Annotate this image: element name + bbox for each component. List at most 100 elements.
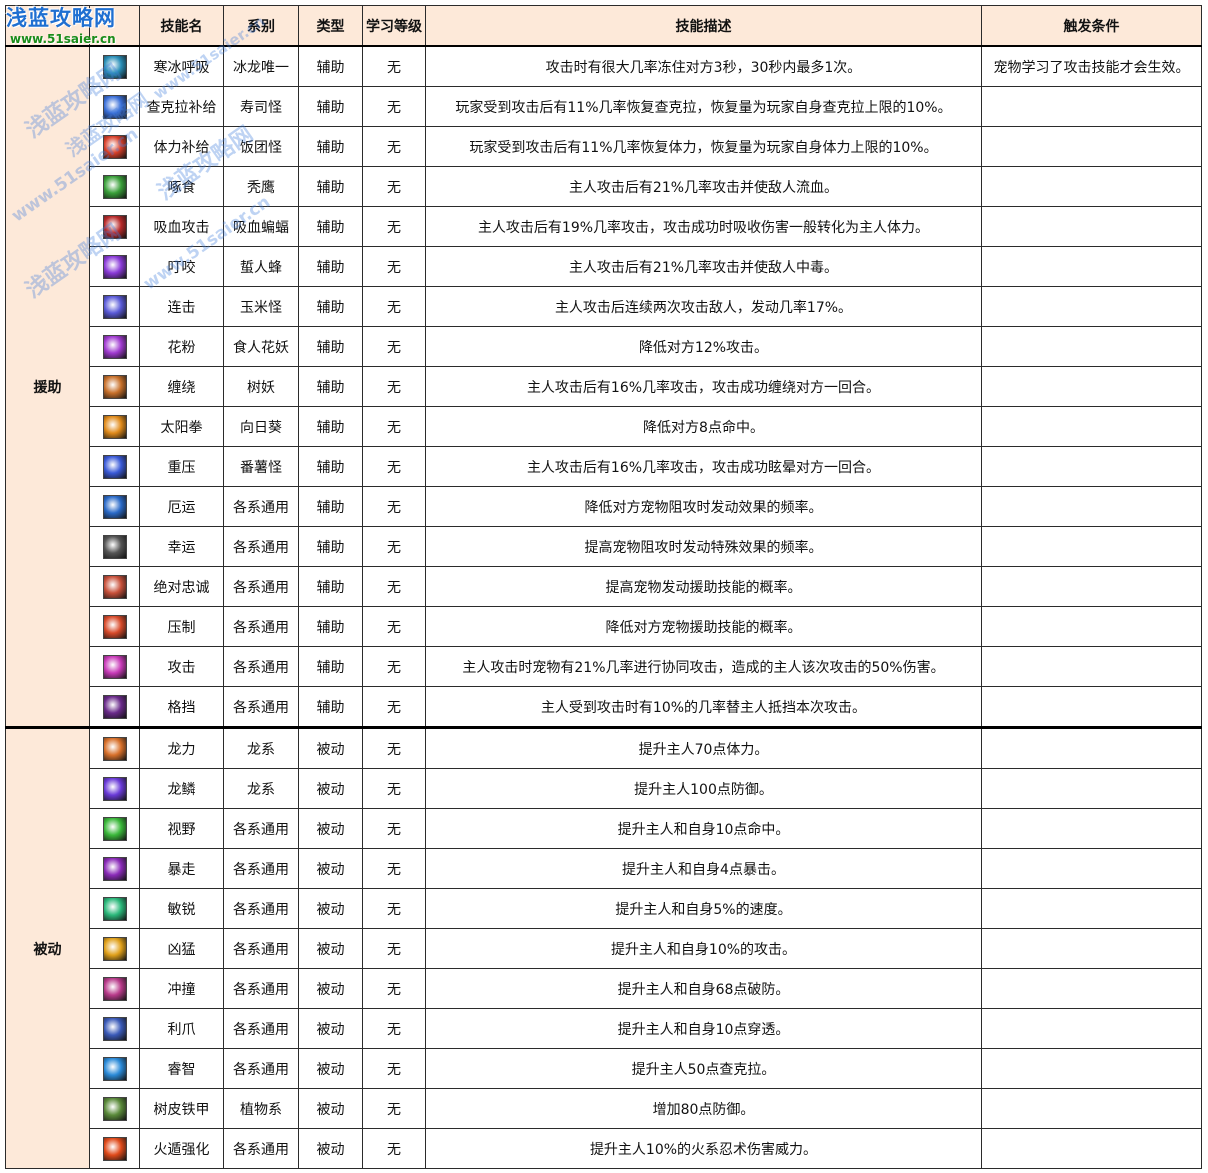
- table-row: 被动 龙力 龙系 被动无提升主人70点体力。: [5, 726, 1202, 1169]
- description-cell: 提升主人和自身68点破防。: [425, 968, 982, 1009]
- series-cell: 各系通用: [223, 606, 299, 647]
- description-cell: 提升主人和自身10点穿透。: [425, 1008, 982, 1049]
- skill-name-cell: 龙鳞: [139, 768, 224, 809]
- type-cell: 辅助: [298, 566, 363, 607]
- trigger-cell: [981, 126, 1202, 167]
- description-cell: 主人攻击后有19%几率攻击，攻击成功时吸收伤害一般转化为主人体力。: [425, 206, 982, 247]
- lucky-clover-icon: [102, 534, 127, 559]
- description-cell: 降低对方宠物援助技能的概率。: [425, 606, 982, 647]
- type-cell: 辅助: [298, 126, 363, 167]
- level-cell: 无: [362, 808, 426, 849]
- level-cell: 无: [362, 606, 426, 647]
- entangle-icon: [102, 374, 127, 399]
- series-cell: 各系通用: [223, 808, 299, 849]
- series-cell: 寿司怪: [223, 86, 299, 127]
- type-cell: 辅助: [298, 286, 363, 327]
- series-cell: 饭团怪: [223, 126, 299, 167]
- trigger-cell: [981, 206, 1202, 247]
- skill-name-cell: 厄运: [139, 486, 224, 527]
- trigger-cell: [981, 86, 1202, 127]
- table-row: 暴走 各系通用 被动无提升主人和自身4点暴击。: [6, 848, 1202, 889]
- chakra-supply-icon: [102, 94, 127, 119]
- ferocity-icon: [102, 936, 127, 961]
- series-cell: 各系通用: [223, 968, 299, 1009]
- level-cell: 无: [362, 486, 426, 527]
- series-cell: 植物系: [223, 1088, 299, 1129]
- icon-cell: [89, 1008, 140, 1049]
- skill-name-cell: 攻击: [139, 646, 224, 687]
- skill-name-cell: 太阳拳: [139, 406, 224, 447]
- skill-name-cell: 龙力: [139, 726, 224, 769]
- skill-name-cell: 格挡: [139, 686, 224, 728]
- trigger-cell: [981, 1088, 1202, 1129]
- trigger-cell: [981, 686, 1202, 728]
- level-cell: 无: [362, 406, 426, 447]
- type-cell: 被动: [298, 1008, 363, 1049]
- type-cell: 被动: [298, 1088, 363, 1129]
- sting-icon: [102, 254, 127, 279]
- description-cell: 主人攻击后连续两次攻击敌人，发动几率17%。: [425, 286, 982, 327]
- level-cell: 无: [362, 246, 426, 287]
- table-row: 树皮铁甲 植物系 被动无增加80点防御。: [6, 1088, 1202, 1129]
- skill-name-cell: 树皮铁甲: [139, 1088, 224, 1129]
- description-cell: 提升主人和自身10%的攻击。: [425, 928, 982, 969]
- dragon-power-icon: [102, 736, 127, 761]
- site-logo: 浅蓝攻略网 www.51saier.cn: [0, 0, 140, 50]
- series-cell: 各系通用: [223, 646, 299, 687]
- trigger-cell: [981, 326, 1202, 367]
- icon-cell: [89, 206, 140, 247]
- skill-name-cell: 体力补给: [139, 126, 224, 167]
- level-cell: 无: [362, 566, 426, 607]
- attack-slash-icon: [102, 654, 127, 679]
- table-row: 冲撞 各系通用 被动无提升主人和自身68点破防。: [6, 968, 1202, 1009]
- description-cell: 主人攻击后有16%几率攻击，攻击成功缠绕对方一回合。: [425, 366, 982, 407]
- series-cell: 秃鹰: [223, 166, 299, 207]
- icon-cell: [89, 1048, 140, 1089]
- table-row: 绝对忠诚 各系通用 辅助无提高宠物发动援助技能的概率。: [6, 566, 1202, 607]
- icon-cell: [89, 646, 140, 687]
- dragon-scale-icon: [102, 776, 127, 801]
- series-cell: 玉米怪: [223, 286, 299, 327]
- logo-title: 浅蓝攻略网: [6, 6, 116, 30]
- trigger-cell: [981, 566, 1202, 607]
- ice-breath-icon: [102, 54, 127, 79]
- logo-url: www.51saier.cn: [10, 32, 116, 46]
- header-level: 学习等级: [362, 5, 426, 47]
- type-cell: 被动: [298, 768, 363, 809]
- bark-armor-icon: [102, 1096, 127, 1121]
- series-cell: 龙系: [223, 768, 299, 809]
- table-row: 格挡 各系通用 辅助无主人受到攻击时有10%的几率替主人抵挡本次攻击。: [6, 686, 1202, 728]
- series-cell: 各系通用: [223, 1128, 299, 1169]
- icon-cell: [89, 928, 140, 969]
- icon-cell: [89, 286, 140, 327]
- icon-cell: [89, 768, 140, 809]
- type-cell: 辅助: [298, 406, 363, 447]
- series-cell: 各系通用: [223, 888, 299, 929]
- type-cell: 辅助: [298, 366, 363, 407]
- table-row: 火遁强化 各系通用 被动无提升主人10%的火系忍术伤害威力。: [6, 1128, 1202, 1169]
- table-row: 查克拉补给 寿司怪 辅助无玩家受到攻击后有11%几率恢复查克拉，恢复量为玩家自身查克…: [6, 86, 1202, 127]
- icon-cell: [89, 246, 140, 287]
- icon-cell: [89, 848, 140, 889]
- description-cell: 提升主人和自身10点命中。: [425, 808, 982, 849]
- level-cell: 无: [362, 768, 426, 809]
- table-row: 龙鳞 龙系 被动无提升主人100点防御。: [6, 768, 1202, 809]
- type-cell: 辅助: [298, 166, 363, 207]
- series-cell: 各系通用: [223, 928, 299, 969]
- type-cell: 被动: [298, 928, 363, 969]
- wisdom-icon: [102, 1056, 127, 1081]
- level-cell: 无: [362, 686, 426, 728]
- icon-cell: [89, 566, 140, 607]
- level-cell: 无: [362, 646, 426, 687]
- type-cell: 被动: [298, 848, 363, 889]
- skill-name-cell: 敏锐: [139, 888, 224, 929]
- table-row: 援助 寒冰呼吸 冰龙唯一 辅助无攻击时有很大几率冻住对方3秒，30秒内最多1次。 宠物学…: [5, 45, 1202, 728]
- trigger-cell: [981, 446, 1202, 487]
- level-cell: 无: [362, 888, 426, 929]
- type-cell: 辅助: [298, 45, 363, 87]
- icon-cell: [89, 808, 140, 849]
- vision-icon: [102, 816, 127, 841]
- skill-name-cell: 暴走: [139, 848, 224, 889]
- suppress-icon: [102, 614, 127, 639]
- trigger-cell: [981, 286, 1202, 327]
